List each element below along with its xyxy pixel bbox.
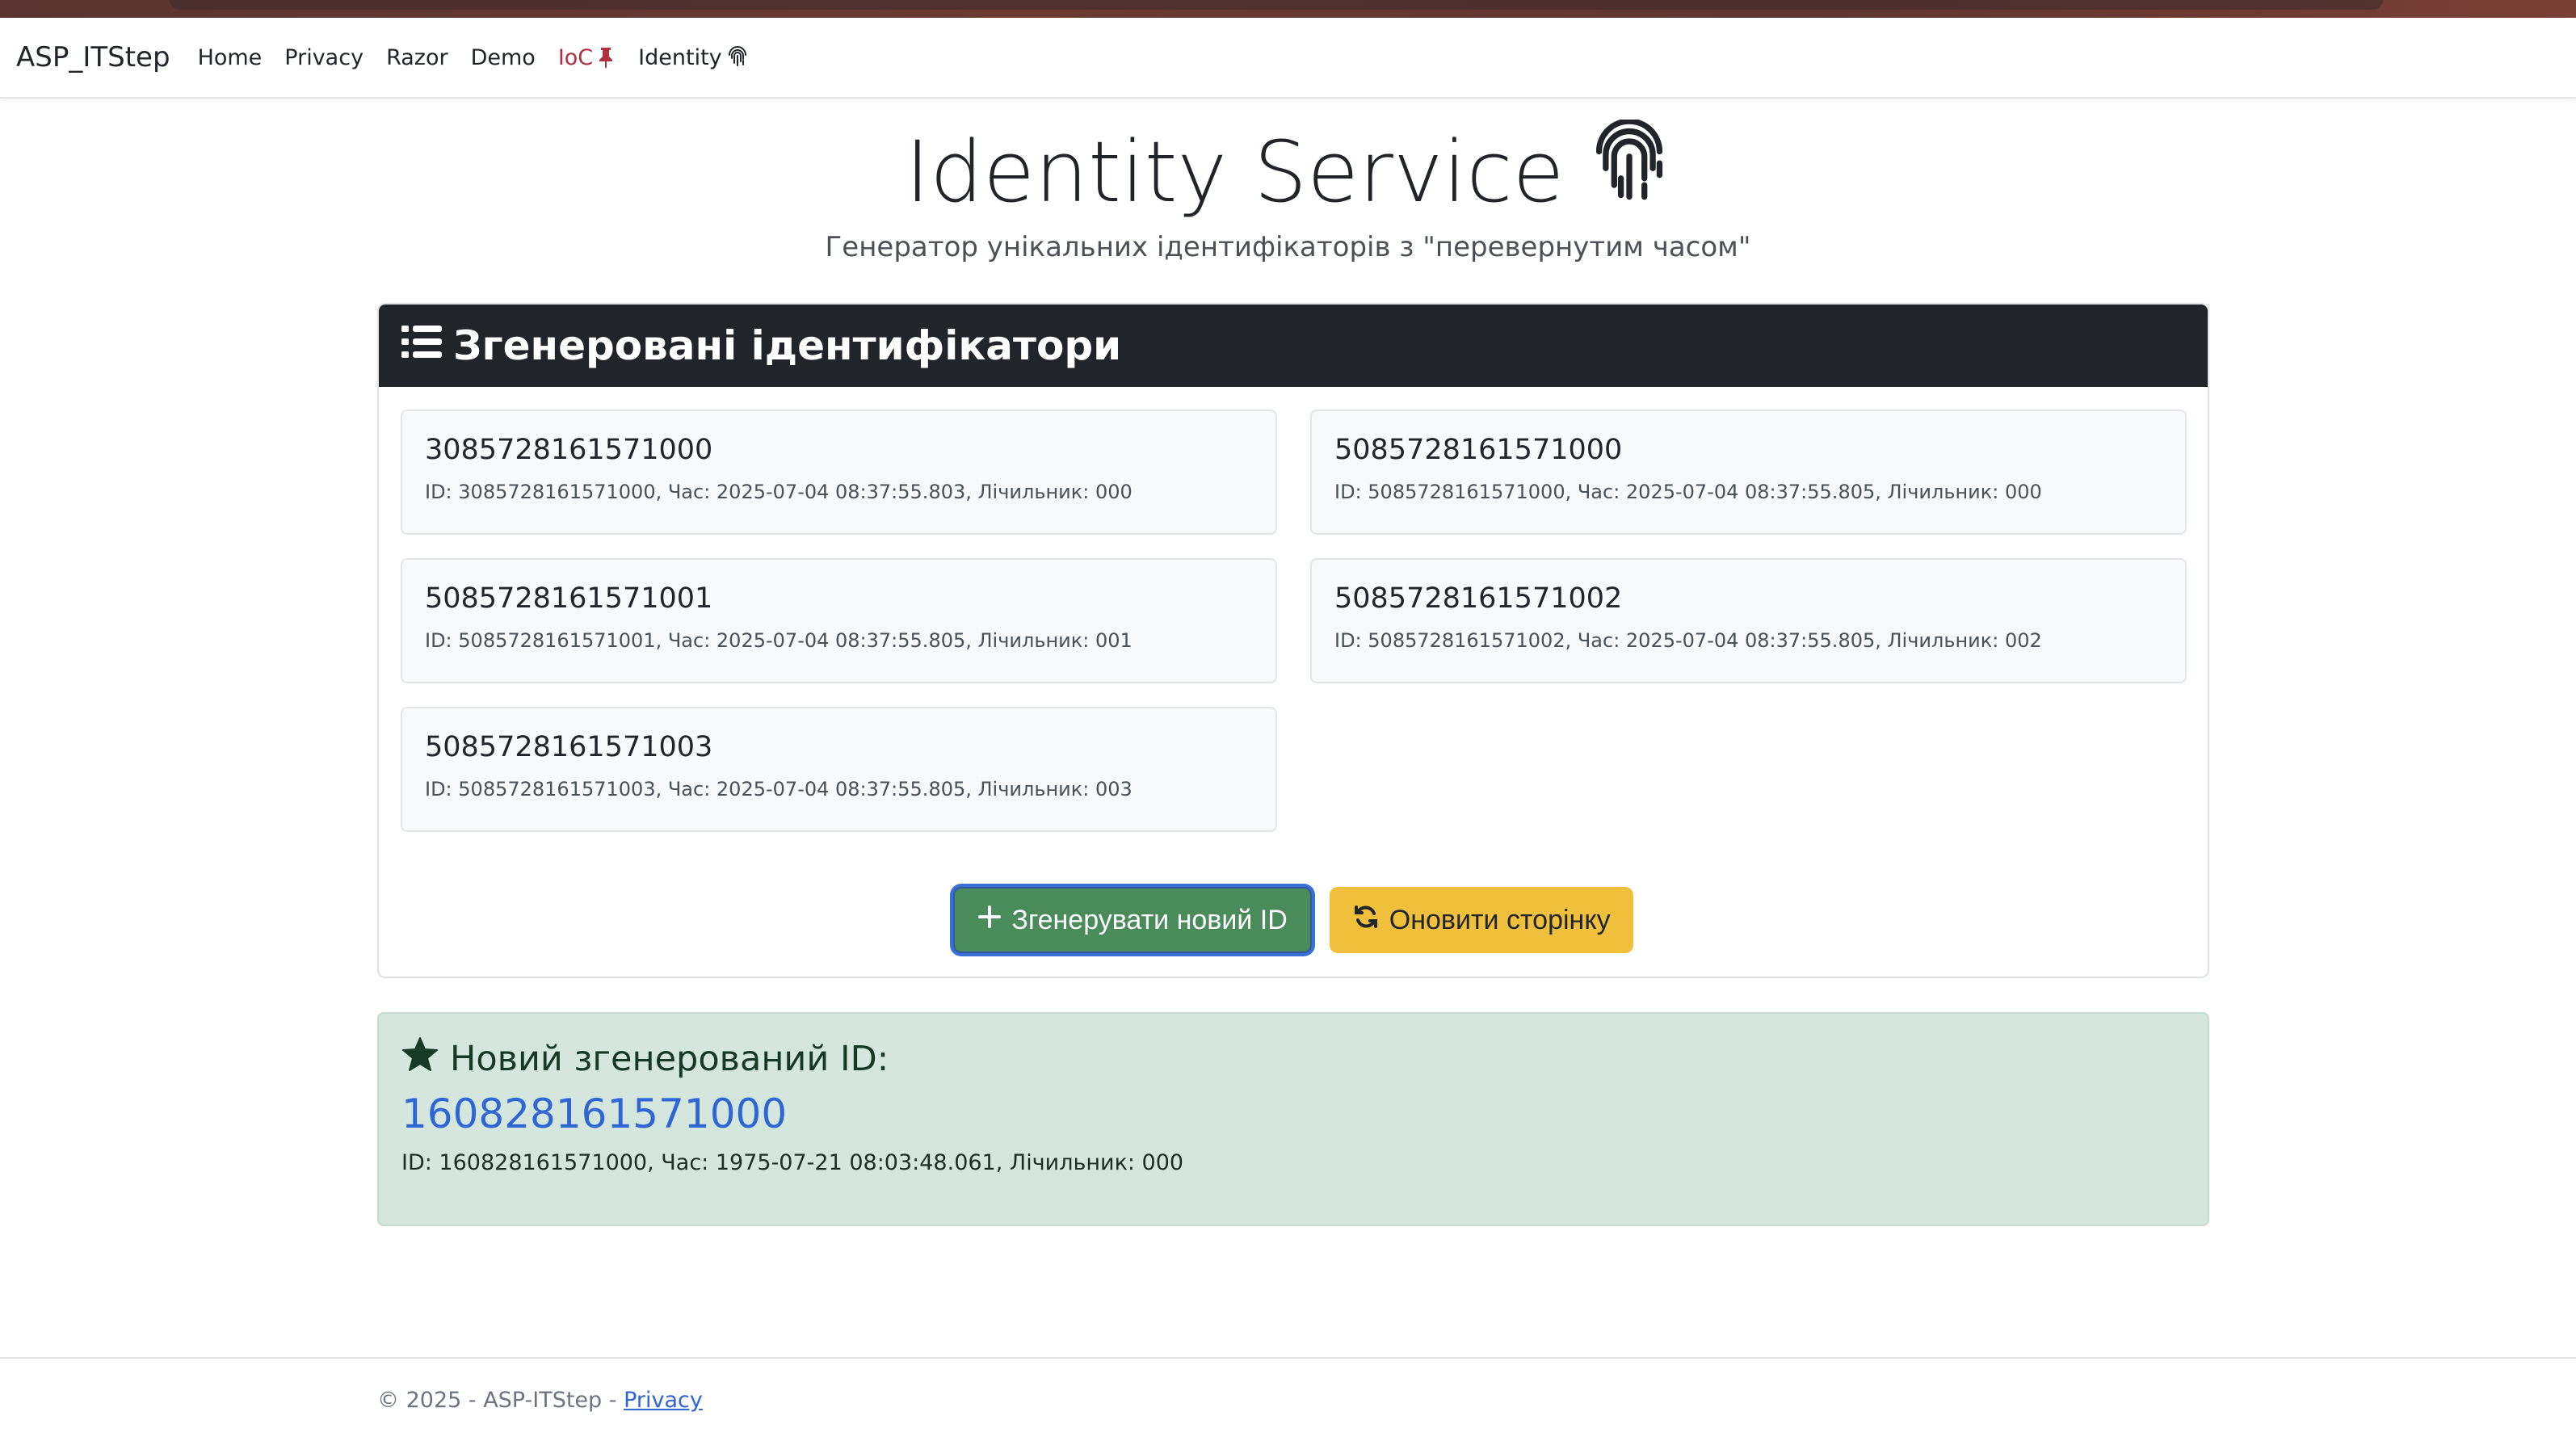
nav-link-label: Razor [386,44,448,70]
id-item: 5085728161571003 ID: 5085728161571003, Ч… [401,707,1277,832]
new-id-meta: ID: 160828161571000, Час: 1975-07-21 08:… [401,1150,1184,1175]
generate-id-label: Згенерувати новий ID [1011,904,1288,935]
fingerprint-icon [1587,118,1671,224]
id-value: 5085728161571002 [1334,582,1623,615]
footer-copyright: © 2025 - ASP-ITStep - [377,1388,624,1413]
id-item: 3085728161571000 ID: 3085728161571000, Ч… [401,410,1277,535]
generate-id-button[interactable]: Згенерувати новий ID [953,887,1312,953]
pin-icon [596,46,616,69]
card-header: Згенеровані ідентифікатори [379,305,2208,387]
id-value: 5085728161571003 [425,731,713,763]
id-value: 5085728161571000 [1334,434,1623,466]
footer: © 2025 - ASP-ITStep - Privacy [0,1357,2576,1437]
id-item: 5085728161571000 ID: 5085728161571000, Ч… [1310,410,2187,535]
refresh-page-label: Оновити сторінку [1389,904,1611,935]
page-subtitle: Генератор унікальних ідентифікаторів з "… [825,231,1751,263]
id-meta: ID: 5085728161571002, Час: 2025-07-04 08… [1334,629,2042,652]
generated-ids-card: Згенеровані ідентифікатори 3085728161571… [377,303,2209,978]
alert-title: Новий згенерований ID: [401,1036,2185,1081]
card-title: Згенеровані ідентифікатори [453,322,1122,369]
nav-link-ioc[interactable]: IoC [558,45,616,70]
list-icon [401,322,442,369]
browser-tab-bar [170,0,2383,10]
new-id-value: 160828161571000 [401,1090,788,1137]
nav-link-label: Identity [638,44,722,70]
nav-link-label: Home [197,44,263,70]
alert-title-text: Новий згенерований ID: [450,1038,889,1079]
nav-link-razor[interactable]: Razor [386,45,448,70]
nav-link-label: IoC [557,44,594,70]
id-meta: ID: 5085728161571000, Час: 2025-07-04 08… [1334,481,2042,503]
plus-icon [977,905,1002,936]
page-title: Identity Service [0,118,2576,224]
nav-link-identity[interactable]: Identity [638,45,749,70]
refresh-page-button[interactable]: Оновити сторінку [1329,887,1633,953]
id-meta: ID: 3085728161571000, Час: 2025-07-04 08… [425,481,1133,503]
footer-privacy-link[interactable]: Privacy [624,1388,703,1413]
nav-link-label: Privacy [284,44,364,70]
nav-link-label: Demo [470,44,536,70]
id-item: 5085728161571002 ID: 5085728161571002, Ч… [1310,558,2187,683]
id-meta: ID: 5085728161571003, Час: 2025-07-04 08… [425,778,1133,800]
new-id-alert: Новий згенерований ID: 160828161571000 I… [377,1012,2209,1226]
fingerprint-icon [725,45,750,69]
id-value: 5085728161571001 [425,582,713,615]
browser-top-strip [0,0,2576,18]
navbar-brand[interactable]: ASP_ITStep [16,41,170,74]
id-value: 3085728161571000 [425,434,713,466]
button-row: Згенерувати новий ID Оновити сторінку [379,887,2208,953]
navbar: ASP_ITStep Home Privacy Razor Demo IoC I… [0,18,2576,99]
nav-link-home[interactable]: Home [198,45,263,70]
page-title-text: Identity Service [905,122,1565,221]
nav-link-demo[interactable]: Demo [471,45,536,70]
refresh-icon [1352,903,1380,938]
id-item: 5085728161571001 ID: 5085728161571001, Ч… [401,558,1277,683]
id-meta: ID: 5085728161571001, Час: 2025-07-04 08… [425,629,1133,652]
footer-text: © 2025 - ASP-ITStep - Privacy [377,1388,703,1413]
star-icon [401,1036,439,1081]
nav-link-privacy[interactable]: Privacy [284,45,363,70]
